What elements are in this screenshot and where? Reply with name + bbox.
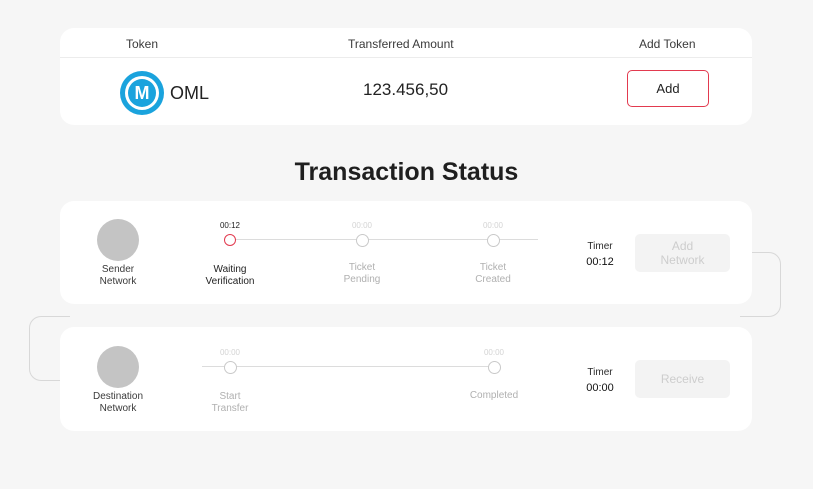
- timer-value: 00:12: [586, 256, 614, 268]
- add-network-button[interactable]: Add Network: [635, 234, 730, 272]
- step-time: 00:12: [219, 221, 241, 230]
- header-transferred-amount: Transferred Amount: [348, 37, 454, 51]
- transferred-amount: 123.456,50: [363, 80, 449, 99]
- step-ticket-pending: Ticket Pending: [343, 262, 381, 285]
- step-dot-active: [223, 234, 236, 246]
- destination-network-avatar: [97, 346, 139, 388]
- step-waiting-verification: Waiting Verification: [205, 264, 255, 287]
- sender-status-card: Sender Network 00:12 Waiting Verification …: [60, 201, 752, 304]
- page-title: Transaction Status: [294, 158, 519, 186]
- header-divider: [60, 57, 752, 58]
- step-time: 00:00: [219, 348, 241, 357]
- sender-network-label: Sender Network: [99, 264, 137, 287]
- timer-label: Timer: [587, 241, 613, 252]
- step-start-transfer: Start Transfer: [211, 391, 249, 414]
- step-time: 00:00: [482, 221, 504, 230]
- step-dot: [355, 234, 369, 247]
- step-dot: [487, 361, 501, 374]
- step-completed: Completed: [469, 390, 519, 401]
- header-token: Token: [126, 37, 159, 51]
- step-dot: [486, 234, 500, 247]
- sender-network-avatar: [97, 219, 139, 261]
- add-token-button[interactable]: Add: [627, 70, 709, 107]
- timer-value: 00:00: [586, 382, 614, 394]
- destination-status-card: Destination Network 00:00 Start Transfer 0…: [60, 327, 752, 431]
- timer-label: Timer: [587, 367, 613, 378]
- destination-network-label: Destination Network: [92, 391, 144, 414]
- header-add-token: Add Token: [639, 37, 696, 51]
- oml-logo-icon: M: [120, 71, 164, 115]
- step-ticket-created: Ticket Created: [475, 262, 511, 285]
- step-dot: [223, 361, 237, 374]
- step-time: 00:00: [351, 221, 373, 230]
- token-symbol: OML: [170, 82, 210, 103]
- token-card: Token Transferred Amount Add Token M OML…: [60, 28, 752, 125]
- destination-progress-track: [202, 366, 498, 367]
- step-time: 00:00: [483, 348, 505, 357]
- token-cell: M OML: [120, 71, 209, 115]
- receive-button[interactable]: Receive: [635, 360, 730, 398]
